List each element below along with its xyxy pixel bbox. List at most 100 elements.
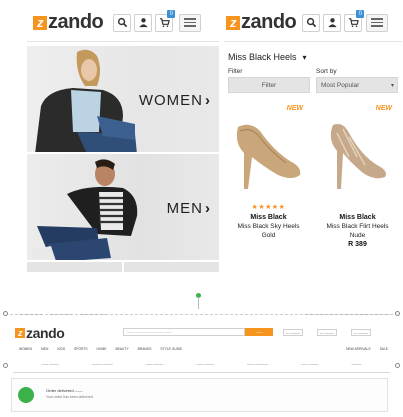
category-title: Miss Black Heels	[228, 52, 297, 62]
user-icon	[139, 18, 148, 28]
women-model-image	[35, 49, 137, 152]
logo-text: zando	[26, 325, 65, 341]
cart-button[interactable]: 0	[344, 9, 365, 32]
women-link[interactable]: WOMEN ›	[139, 92, 211, 109]
logo-mark: z	[226, 15, 240, 30]
mobile-home-screen: z zando 0 WOMEN › MEN ›	[27, 4, 219, 272]
order-step: ——— ———	[92, 362, 113, 366]
nav-item-sale[interactable]: SALE	[380, 347, 388, 351]
product-brand: Miss Black	[250, 214, 287, 221]
order-progress-track	[13, 372, 390, 373]
order-steps: —— ——— ——— ——— —— ——— —— ——— —— ———— —— …	[5, 362, 398, 366]
order-status-card: Order delivered —— Your order has been d…	[11, 378, 388, 412]
cart-count-badge: 0	[356, 9, 365, 18]
nav-item-women[interactable]: WOMEN	[19, 347, 32, 351]
search-icon	[306, 17, 316, 28]
product-grid: NEW ★★★★★ Miss Black Miss Black Sky Heel…	[224, 105, 402, 248]
account-button[interactable]	[323, 13, 342, 32]
order-step: —— ———	[196, 362, 214, 366]
cart-count-badge: 0	[167, 9, 176, 18]
nav-item-men[interactable]: MEN	[41, 347, 48, 351]
new-badge: NEW	[286, 105, 303, 112]
resize-handle[interactable]	[3, 311, 8, 316]
product-price: R 389	[348, 241, 367, 248]
hamburger-icon	[184, 18, 197, 20]
cart-icon	[348, 18, 359, 27]
mobile-header: z zando 0	[224, 4, 402, 42]
filter-label: Filter	[228, 68, 243, 75]
product-image	[236, 124, 301, 189]
men-link[interactable]: MEN ›	[167, 200, 211, 217]
product-name: Miss Black Sky Heels	[237, 223, 300, 230]
mobile-listing-screen: z zando 0 Miss Black Heels ▾ Filter Filt…	[224, 4, 402, 272]
women-banner[interactable]: WOMEN ›	[27, 46, 219, 154]
order-step: —— ———	[41, 362, 59, 366]
order-step: —— ———	[145, 362, 164, 366]
order-status-title: Order delivered ——	[46, 388, 83, 393]
account-button[interactable]	[134, 13, 153, 32]
nav-item-brands[interactable]: BRANDS	[138, 347, 152, 351]
order-step: ———	[351, 362, 362, 366]
utility-links: — ——— —— ——— ——— —— ——— ——	[19, 312, 106, 316]
mobile-header: z zando 0	[27, 4, 219, 42]
top-info-text: ——— ——— ——— ————————— ——— ——	[304, 312, 390, 316]
wishlist-button[interactable]: — ———	[317, 329, 338, 336]
order-step: —— ———	[300, 362, 319, 366]
chevron-right-icon: ›	[205, 92, 211, 109]
nav-item-beauty[interactable]: BEAUTY	[115, 347, 128, 351]
search-input[interactable]: —— ———— ———— ——	[123, 328, 245, 336]
nav-item-sports[interactable]: SPORTS	[74, 347, 88, 351]
more-banners-strip	[27, 262, 219, 272]
menu-button[interactable]	[179, 13, 202, 32]
utility-link[interactable]: ——— ———	[50, 312, 72, 316]
product-brand: Miss Black	[339, 214, 376, 221]
cart-icon	[159, 18, 170, 27]
search-button[interactable]: ——	[245, 328, 273, 336]
resize-handle[interactable]	[395, 311, 400, 316]
logo-mark: z	[33, 15, 47, 30]
order-step: —— ————	[247, 362, 268, 366]
nav-item-new-arrivals[interactable]: NEW ARRIVALS	[346, 347, 371, 351]
men-banner[interactable]: MEN ›	[27, 154, 219, 262]
chevron-right-icon: ›	[205, 200, 211, 217]
zando-logo[interactable]: z zando	[226, 11, 297, 34]
chevron-down-icon: ▾	[302, 52, 307, 62]
product-name: Miss Black Flirt Heels	[326, 223, 389, 230]
men-model-image	[31, 159, 138, 260]
zando-logo[interactable]: z zando	[15, 325, 65, 341]
zando-logo[interactable]: z zando	[33, 11, 104, 34]
user-icon	[328, 18, 337, 28]
main-nav: WOMEN MEN KIDS SPORTS HOME BEAUTY BRANDS…	[19, 347, 388, 351]
cart-button[interactable]: 0	[155, 9, 176, 32]
category-selector[interactable]: Miss Black Heels ▾	[224, 42, 402, 68]
logo-mark: z	[15, 328, 25, 338]
order-status-subtitle: Your order has been delivered	[46, 395, 93, 399]
sort-value: Most Popular	[321, 81, 360, 89]
nav-item-home[interactable]: HOME	[97, 347, 107, 351]
cart-button[interactable]: — ———	[351, 329, 372, 336]
search-button[interactable]	[302, 13, 321, 32]
product-card[interactable]: NEW ★★★★★ Miss Black Miss Black Sky Heel…	[224, 105, 313, 245]
utility-link[interactable]: — ——— ——	[19, 312, 42, 316]
new-badge: NEW	[375, 105, 392, 112]
desktop-order-page: — ——— —— ——— ——— —— ——— —— ——— ——— ——— —…	[3, 308, 400, 417]
search-icon	[117, 17, 127, 28]
nav-item-style-guide[interactable]: STYLE GUIDE	[160, 347, 182, 351]
search-button[interactable]	[113, 13, 132, 32]
account-button[interactable]: — ———	[283, 329, 304, 336]
menu-button[interactable]	[366, 13, 389, 32]
rating-stars: ★★★★★	[251, 204, 286, 211]
product-image	[330, 124, 386, 189]
product-card[interactable]: NEW Miss Black Miss Black Flirt Heels R …	[313, 105, 402, 248]
sort-label: Sort by	[316, 68, 337, 75]
hamburger-icon	[371, 18, 384, 20]
logo-text: zando	[241, 11, 297, 33]
utility-link[interactable]: —— ——— ——	[80, 312, 106, 316]
logo-text: zando	[48, 11, 104, 33]
nav-item-kids[interactable]: KIDS	[57, 347, 65, 351]
product-color: Gold	[261, 232, 276, 239]
status-check-icon	[18, 387, 34, 403]
filter-button[interactable]: Filter	[228, 77, 310, 93]
sort-select[interactable]: Most Popular ▾	[316, 77, 398, 93]
product-color: Nude	[349, 232, 366, 239]
